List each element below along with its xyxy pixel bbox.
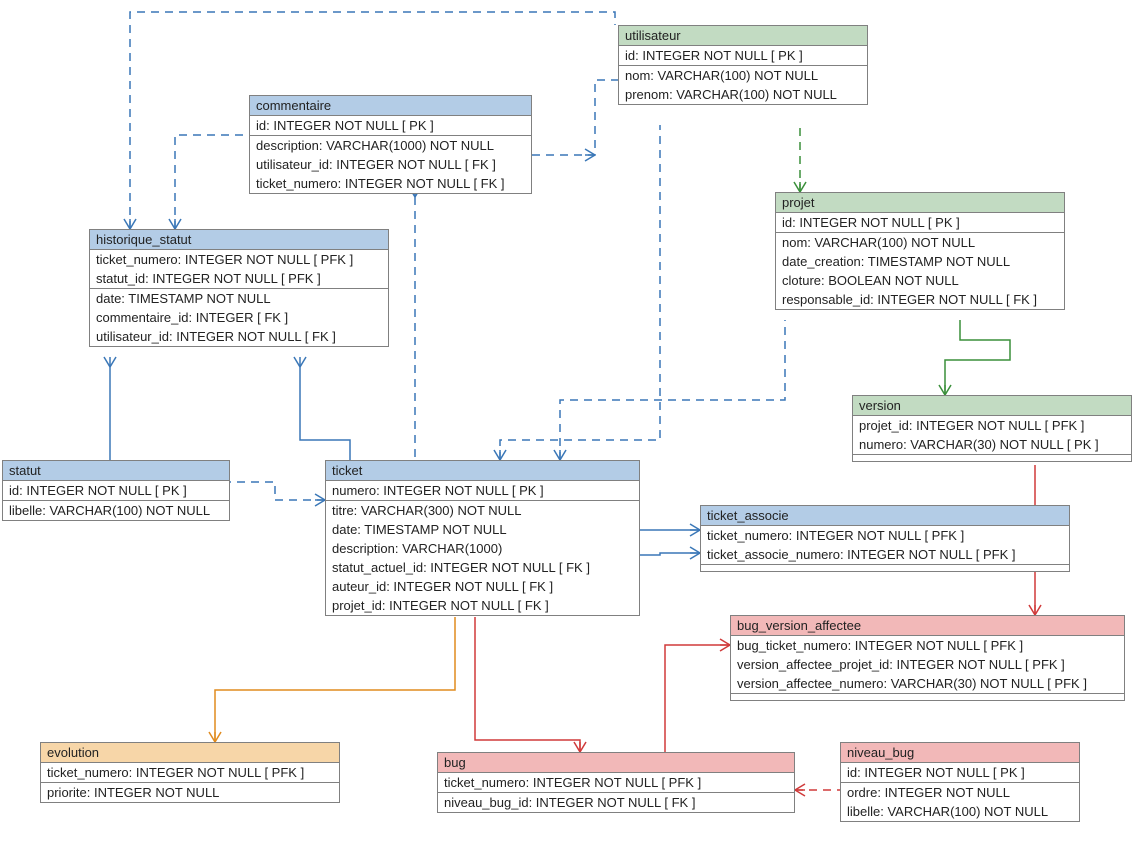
entity-pk-row: projet_id: INTEGER NOT NULL [ PFK ] <box>853 416 1131 435</box>
entity-commentaire: commentaire id: INTEGER NOT NULL [ PK ] … <box>249 95 532 194</box>
entity-ticket: ticket numero: INTEGER NOT NULL [ PK ] t… <box>325 460 640 616</box>
entity-attr-row: titre: VARCHAR(300) NOT NULL <box>326 501 639 520</box>
entity-pk-row: id: INTEGER NOT NULL [ PK ] <box>250 116 531 135</box>
entity-statut: statut id: INTEGER NOT NULL [ PK ] libel… <box>2 460 230 521</box>
entity-title: historique_statut <box>90 230 388 250</box>
entity-title: evolution <box>41 743 339 763</box>
entity-attr-row: utilisateur_id: INTEGER NOT NULL [ FK ] <box>90 327 388 346</box>
entity-projet: projet id: INTEGER NOT NULL [ PK ] nom: … <box>775 192 1065 310</box>
entity-pk-row: id: INTEGER NOT NULL [ PK ] <box>776 213 1064 232</box>
entity-pk-row: numero: INTEGER NOT NULL [ PK ] <box>326 481 639 500</box>
entity-title: version <box>853 396 1131 416</box>
entity-attr-row: description: VARCHAR(1000) <box>326 539 639 558</box>
entity-bug: bug ticket_numero: INTEGER NOT NULL [ PF… <box>437 752 795 813</box>
entity-attr-row: ordre: INTEGER NOT NULL <box>841 783 1079 802</box>
entity-attr-row: nom: VARCHAR(100) NOT NULL <box>619 66 867 85</box>
entity-attr-row: description: VARCHAR(1000) NOT NULL <box>250 136 531 155</box>
entity-attr-row: nom: VARCHAR(100) NOT NULL <box>776 233 1064 252</box>
entity-pk-row: ticket_numero: INTEGER NOT NULL [ PFK ] <box>90 250 388 269</box>
entity-pk-row: ticket_associe_numero: INTEGER NOT NULL … <box>701 545 1069 564</box>
entity-utilisateur: utilisateur id: INTEGER NOT NULL [ PK ] … <box>618 25 868 105</box>
entity-attr-row: niveau_bug_id: INTEGER NOT NULL [ FK ] <box>438 793 794 812</box>
entity-attr-row: prenom: VARCHAR(100) NOT NULL <box>619 85 867 104</box>
entity-pk-row: statut_id: INTEGER NOT NULL [ PFK ] <box>90 269 388 288</box>
entity-pk-row: ticket_numero: INTEGER NOT NULL [ PFK ] <box>701 526 1069 545</box>
entity-pk-row: version_affectee_projet_id: INTEGER NOT … <box>731 655 1124 674</box>
entity-attr-row: priorite: INTEGER NOT NULL <box>41 783 339 802</box>
entity-title: niveau_bug <box>841 743 1079 763</box>
entity-title: commentaire <box>250 96 531 116</box>
entity-ticket-associe: ticket_associe ticket_numero: INTEGER NO… <box>700 505 1070 572</box>
entity-title: utilisateur <box>619 26 867 46</box>
entity-attr-row: date_creation: TIMESTAMP NOT NULL <box>776 252 1064 271</box>
entity-title: projet <box>776 193 1064 213</box>
entity-evolution: evolution ticket_numero: INTEGER NOT NUL… <box>40 742 340 803</box>
entity-bug-version-affectee: bug_version_affectee bug_ticket_numero: … <box>730 615 1125 701</box>
entity-title: bug <box>438 753 794 773</box>
entity-attr-row: commentaire_id: INTEGER [ FK ] <box>90 308 388 327</box>
entity-title: bug_version_affectee <box>731 616 1124 636</box>
entity-niveau-bug: niveau_bug id: INTEGER NOT NULL [ PK ] o… <box>840 742 1080 822</box>
entity-attr-row: date: TIMESTAMP NOT NULL <box>90 289 388 308</box>
entity-pk-row: version_affectee_numero: VARCHAR(30) NOT… <box>731 674 1124 693</box>
entity-title: ticket <box>326 461 639 481</box>
entity-attr-row: date: TIMESTAMP NOT NULL <box>326 520 639 539</box>
entity-attr-row: statut_actuel_id: INTEGER NOT NULL [ FK … <box>326 558 639 577</box>
entity-attr-row: libelle: VARCHAR(100) NOT NULL <box>3 501 229 520</box>
entity-pk-row: id: INTEGER NOT NULL [ PK ] <box>3 481 229 500</box>
entity-title: statut <box>3 461 229 481</box>
entity-pk-row: ticket_numero: INTEGER NOT NULL [ PFK ] <box>41 763 339 782</box>
entity-pk-row: bug_ticket_numero: INTEGER NOT NULL [ PF… <box>731 636 1124 655</box>
entity-pk-row: numero: VARCHAR(30) NOT NULL [ PK ] <box>853 435 1131 454</box>
entity-attr-row: cloture: BOOLEAN NOT NULL <box>776 271 1064 290</box>
entity-attr-row: auteur_id: INTEGER NOT NULL [ FK ] <box>326 577 639 596</box>
entity-version: version projet_id: INTEGER NOT NULL [ PF… <box>852 395 1132 462</box>
entity-pk-row: id: INTEGER NOT NULL [ PK ] <box>619 46 867 65</box>
entity-title: ticket_associe <box>701 506 1069 526</box>
entity-pk-row: ticket_numero: INTEGER NOT NULL [ PFK ] <box>438 773 794 792</box>
entity-attr-row: utilisateur_id: INTEGER NOT NULL [ FK ] <box>250 155 531 174</box>
entity-pk-row: id: INTEGER NOT NULL [ PK ] <box>841 763 1079 782</box>
entity-attr-row: projet_id: INTEGER NOT NULL [ FK ] <box>326 596 639 615</box>
entity-attr-row: libelle: VARCHAR(100) NOT NULL <box>841 802 1079 821</box>
entity-attr-row: responsable_id: INTEGER NOT NULL [ FK ] <box>776 290 1064 309</box>
entity-attr-row: ticket_numero: INTEGER NOT NULL [ FK ] <box>250 174 531 193</box>
entity-historique-statut: historique_statut ticket_numero: INTEGER… <box>89 229 389 347</box>
